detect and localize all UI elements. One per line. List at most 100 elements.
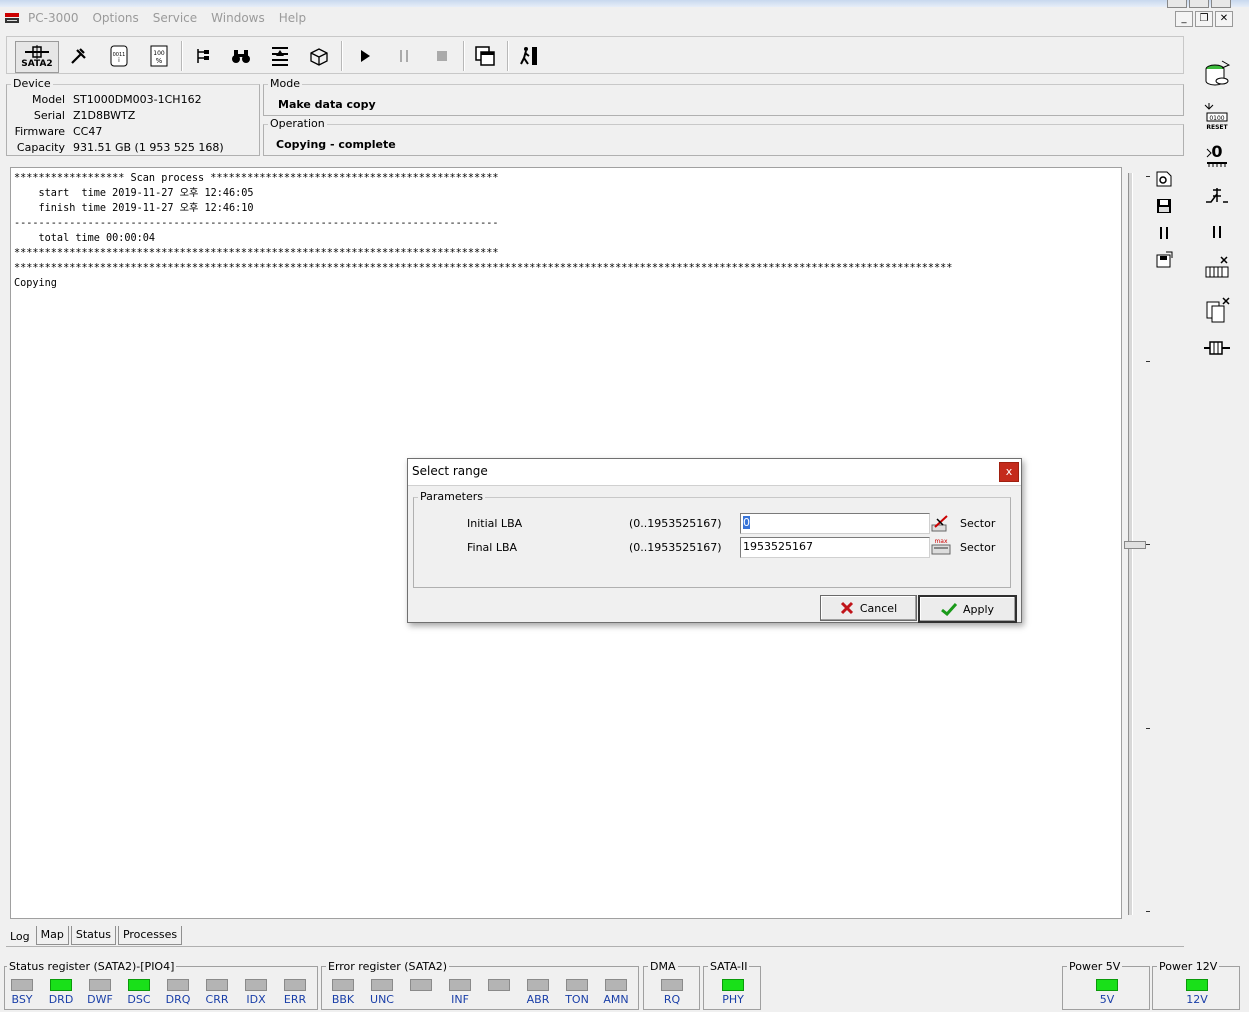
initial-lba-picker-button[interactable] (931, 513, 951, 533)
svg-text:0100: 0100 (1209, 115, 1224, 122)
log-line: total time 00:00:04 (14, 233, 156, 244)
box-button[interactable] (303, 41, 335, 71)
led-label: RQ (663, 993, 681, 1006)
menu-bar: PC-3000 Options Service Windows Help _ ❐… (0, 8, 1249, 28)
led-err: ERR (278, 979, 312, 1006)
led-bbk: BBK (326, 979, 360, 1006)
led-blank-2 (482, 979, 516, 993)
final-lba-input[interactable]: 1953525167 (740, 537, 930, 558)
led-dsc: DSC (122, 979, 156, 1006)
final-lba-range: (0..1953525167) (629, 541, 722, 554)
led-crr: CRR (200, 979, 234, 1006)
led-indicator (722, 979, 744, 991)
menu-service[interactable]: Service (153, 11, 197, 25)
log-slider[interactable] (1124, 173, 1150, 915)
minimize-button[interactable] (1167, 0, 1187, 8)
log-pause-button[interactable] (1154, 223, 1174, 243)
tools-button[interactable] (63, 41, 95, 71)
binoculars-icon (232, 50, 250, 63)
led-drd: DRD (44, 979, 78, 1006)
connector-icon (1205, 256, 1229, 278)
pause-button[interactable] (388, 41, 420, 71)
mode-group-title: Mode (268, 77, 302, 90)
menu-windows[interactable]: Windows (211, 11, 265, 25)
apply-button[interactable]: Apply (918, 595, 1017, 623)
operation-value: Copying - complete (276, 138, 396, 151)
dialog-close-button[interactable]: x (999, 462, 1019, 482)
led-drq: DRQ (161, 979, 195, 1006)
led-label: ABR (526, 993, 550, 1006)
floppy-icon (1157, 199, 1171, 213)
tools-icon (71, 48, 86, 64)
menu-options[interactable]: Options (92, 11, 138, 25)
final-lba-max-button[interactable]: max (931, 536, 951, 556)
play-button[interactable] (349, 41, 381, 71)
reset-button[interactable]: 0100 RESET (1201, 100, 1233, 132)
led-indicator (661, 979, 683, 991)
led-amn: AMN (599, 979, 633, 1006)
search-button[interactable] (225, 41, 257, 71)
tree-button[interactable] (187, 41, 219, 71)
menu-help[interactable]: Help (279, 11, 306, 25)
cancel-button[interactable]: Cancel (820, 595, 917, 621)
device-group: Device Model ST1000DM003-1CH162 Serial Z… (6, 77, 260, 156)
tree-icon (197, 49, 209, 63)
mdi-close-button[interactable]: ✕ (1215, 11, 1233, 27)
power-zero-button[interactable]: 0 (1201, 138, 1233, 170)
log-line: Copying (14, 278, 57, 289)
play-icon (361, 50, 370, 62)
pause-power-button[interactable] (1201, 216, 1233, 248)
led-indicator (245, 979, 267, 991)
cable-button[interactable] (1201, 332, 1233, 364)
copy-window-button[interactable] (469, 41, 501, 71)
sata2-port-button[interactable]: SATA2 (15, 41, 59, 73)
maximize-button[interactable] (1189, 0, 1209, 8)
led-label: IDX (246, 993, 266, 1006)
dma-group: DMA RQ (643, 960, 700, 1010)
led-indicator (89, 979, 111, 991)
mdi-minimize-button[interactable]: _ (1175, 11, 1193, 27)
switch-button[interactable] (1201, 178, 1233, 210)
tab-map[interactable]: Map (35, 926, 69, 945)
log-line: ----------------------------------------… (14, 218, 499, 229)
view-tabs: Log Map Status Processes (6, 926, 184, 946)
pick-value-icon (931, 515, 948, 532)
dma-title: DMA (648, 960, 678, 973)
operation-group-title: Operation (268, 117, 327, 130)
slider-thumb[interactable] (1124, 541, 1146, 549)
device-model-value: ST1000DM003-1CH162 (73, 93, 202, 106)
svg-text:RESET: RESET (1206, 124, 1228, 131)
tab-status[interactable]: Status (70, 926, 116, 945)
svg-text:100: 100 (153, 50, 165, 57)
database-button[interactable] (1201, 58, 1233, 90)
power-zero-icon: 0 (1206, 142, 1227, 167)
led-indicator (284, 979, 306, 991)
error-register-title: Error register (SATA2) (326, 960, 450, 973)
percent-button[interactable]: 100% (143, 41, 175, 71)
scroll-button[interactable]: 0011 i (103, 41, 135, 71)
led-label: 5V (1099, 993, 1115, 1006)
connector-button[interactable] (1201, 252, 1233, 284)
final-lba-label: Final LBA (467, 541, 518, 554)
copy-drive-icon (1206, 297, 1230, 323)
led-bsy: BSY (5, 979, 39, 1006)
tab-processes[interactable]: Processes (117, 926, 183, 945)
led-label: TON (565, 993, 589, 1006)
log-export-button[interactable] (1154, 250, 1174, 270)
initial-lba-unit: Sector (960, 517, 996, 530)
tab-log[interactable]: Log (6, 926, 34, 946)
copy-drive-button[interactable] (1201, 294, 1233, 326)
error-register-group: Error register (SATA2) BBK UNC INF ABR T… (321, 960, 639, 1010)
log-save-button[interactable] (1154, 196, 1174, 216)
exit-button[interactable] (513, 41, 545, 71)
stop-button[interactable] (426, 41, 458, 71)
initial-lba-input[interactable]: 0 (740, 513, 930, 534)
close-button[interactable] (1211, 0, 1231, 8)
mode-group: Mode Make data copy (263, 77, 1184, 116)
stack-button[interactable] (264, 41, 296, 71)
sata2-label: SATA2 (21, 59, 53, 69)
led-rq: RQ (655, 979, 689, 1006)
cancel-x-icon (840, 601, 853, 615)
log-settings-button[interactable] (1154, 169, 1174, 189)
mdi-restore-button[interactable]: ❐ (1195, 11, 1213, 27)
